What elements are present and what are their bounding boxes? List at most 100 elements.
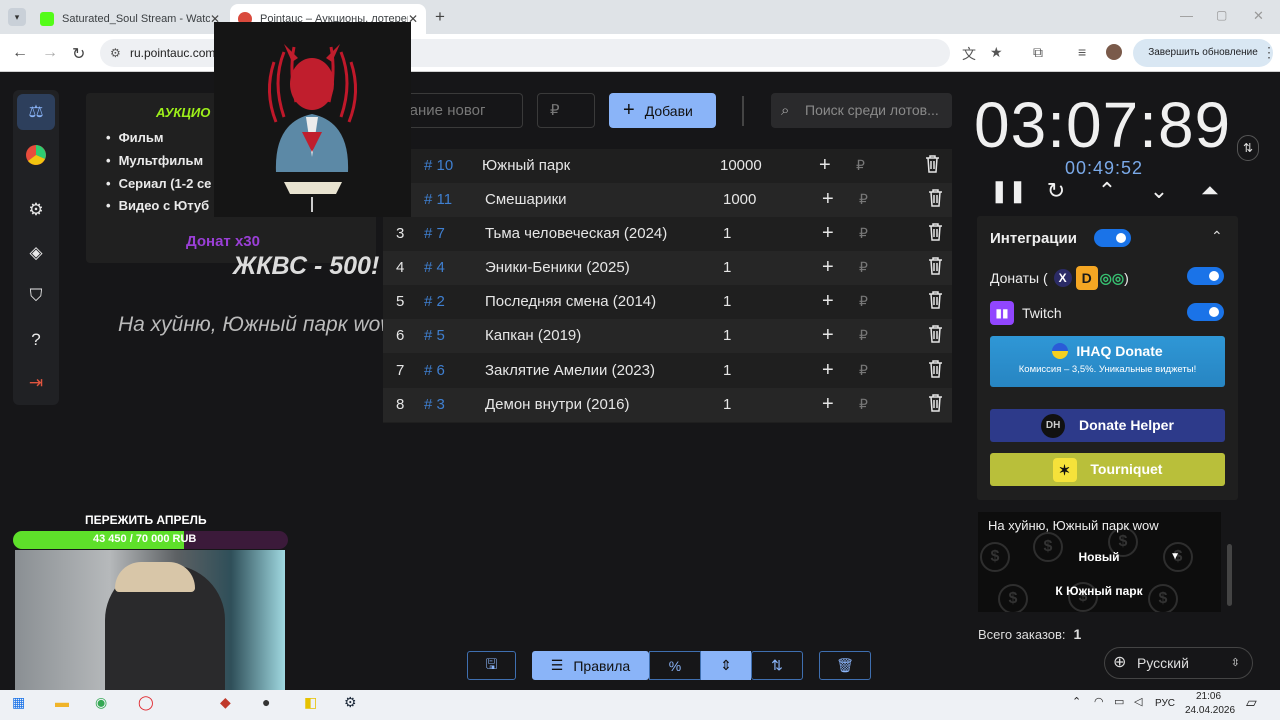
delete-icon[interactable] xyxy=(928,291,943,309)
lot-id[interactable]: # 5 xyxy=(424,327,445,344)
reset-icon[interactable]: ↻ xyxy=(1041,178,1071,204)
sort-icon[interactable]: ⇅ xyxy=(751,651,803,680)
decrease-time-icon[interactable]: ⌄ xyxy=(1144,178,1174,204)
tourniquet-button[interactable]: ✶ Tourniquet xyxy=(990,453,1225,486)
add-amount-icon[interactable]: + xyxy=(822,188,834,211)
save-icon[interactable]: 🖫 xyxy=(467,651,516,680)
lot-name[interactable]: Смешарики xyxy=(485,191,567,208)
lot-amount[interactable]: 1 xyxy=(723,259,731,276)
add-amount-icon[interactable]: + xyxy=(822,324,834,347)
settings-icon[interactable]: ⚙ xyxy=(17,192,55,228)
timer-max-icon[interactable]: ⏶ xyxy=(1195,178,1225,204)
profile-avatar[interactable] xyxy=(1106,44,1122,60)
lot-amount[interactable]: 1 xyxy=(723,396,731,413)
back-icon[interactable]: ← xyxy=(12,44,28,62)
clock-time[interactable]: 21:06 xyxy=(1196,691,1221,702)
lot-amount[interactable]: 1 xyxy=(723,225,731,242)
add-amount-icon[interactable]: + xyxy=(822,222,834,245)
lot-amount[interactable]: 1000 xyxy=(723,191,756,208)
lot-id[interactable]: # 2 xyxy=(424,293,445,310)
delete-icon[interactable] xyxy=(928,223,943,241)
lot-name[interactable]: Заклятие Амелии (2023) xyxy=(485,362,655,379)
app-taskbar-icon[interactable]: ◆ xyxy=(220,694,231,711)
steam-taskbar-icon[interactable]: ⚙ xyxy=(344,694,357,711)
forward-icon[interactable]: → xyxy=(42,44,58,62)
tray-chevron-icon[interactable]: ⌃ xyxy=(1072,695,1081,708)
add-amount-icon[interactable]: + xyxy=(822,290,834,313)
donate-helper-button[interactable]: DH Donate Helper xyxy=(990,409,1225,442)
rules-button[interactable]: ☰ Правила xyxy=(532,651,649,680)
opera-taskbar-icon[interactable]: ◯ xyxy=(138,694,154,711)
donations-toggle[interactable] xyxy=(1187,267,1224,285)
collapse-icon[interactable]: ⌃ xyxy=(1211,228,1223,245)
delete-icon[interactable] xyxy=(928,394,943,412)
tab-search-dropdown[interactable]: ▾ xyxy=(8,8,26,26)
translate-icon[interactable]: 文 xyxy=(962,44,976,64)
add-amount-icon[interactable]: + xyxy=(822,393,834,416)
windows-start-icon[interactable]: ▦ xyxy=(12,694,25,711)
notifications-icon[interactable]: ▱ xyxy=(1246,694,1257,711)
lot-search-input[interactable]: ⌕ Поиск среди лотов... xyxy=(771,93,952,128)
percent-icon[interactable]: % xyxy=(649,651,701,680)
lot-amount[interactable]: 10000 xyxy=(720,157,762,174)
lot-amount[interactable]: 1 xyxy=(723,327,731,344)
lot-name[interactable]: Последняя смена (2014) xyxy=(485,293,656,310)
increase-time-icon[interactable]: ⌃ xyxy=(1092,178,1122,204)
twitch-toggle[interactable] xyxy=(1187,303,1224,321)
new-tab-icon[interactable]: + xyxy=(435,7,445,27)
update-button[interactable]: Завершить обновление xyxy=(1133,39,1273,67)
delete-icon[interactable] xyxy=(928,257,943,275)
delete-icon[interactable] xyxy=(928,325,943,343)
lot-id[interactable]: # 3 xyxy=(424,396,445,413)
help-icon[interactable]: ? xyxy=(17,322,55,358)
bookmark-star-icon[interactable]: ★ xyxy=(990,44,1003,61)
extensions-icon[interactable]: ⧉ xyxy=(1033,44,1043,61)
lot-id[interactable]: # 6 xyxy=(424,362,445,379)
widget-scrollbar[interactable] xyxy=(1227,544,1232,606)
lot-name[interactable]: Тьма человеческая (2024) xyxy=(485,225,667,242)
lot-amount[interactable]: 1 xyxy=(723,362,731,379)
add-amount-icon[interactable]: + xyxy=(822,359,834,382)
add-amount-icon[interactable]: + xyxy=(819,154,831,177)
lot-id[interactable]: # 11 xyxy=(424,191,452,208)
lot-id[interactable]: # 4 xyxy=(424,259,445,276)
lot-amount[interactable]: 1 xyxy=(723,293,731,310)
window-close-icon[interactable]: ✕ xyxy=(1253,8,1264,24)
add-lot-button[interactable]: + Добави xyxy=(609,93,716,128)
pause-icon[interactable]: ❚❚ xyxy=(990,178,1027,204)
reload-icon[interactable]: ↻ xyxy=(72,44,85,64)
compress-icon[interactable]: ⇕ xyxy=(701,651,751,680)
lot-name[interactable]: Капкан (2019) xyxy=(485,327,581,344)
browser-tab-1[interactable]: Saturated_Soul Stream - Watch ✕ xyxy=(32,4,228,34)
logout-icon[interactable]: ⇥ xyxy=(17,365,55,401)
chrome-taskbar-icon[interactable]: ◉ xyxy=(95,694,107,711)
media-icon[interactable]: ≡ xyxy=(1078,44,1086,60)
add-amount-icon[interactable]: + xyxy=(822,256,834,279)
lot-name[interactable]: Южный парк xyxy=(482,157,570,174)
auction-icon[interactable]: ⚖ xyxy=(17,94,55,130)
assign-lot-button[interactable]: К Южный парк xyxy=(988,580,1210,602)
delete-icon[interactable] xyxy=(928,360,943,378)
ihaq-donate-button[interactable]: IHAQ Donate Комиссия – 3,5%. Уникальные … xyxy=(990,336,1225,387)
lot-name[interactable]: Эники-Беники (2025) xyxy=(485,259,630,276)
menu-kebab-icon[interactable]: ⋮ xyxy=(1262,44,1276,61)
site-info-icon[interactable]: ⚙ xyxy=(110,39,121,67)
file-explorer-icon[interactable]: ▬ xyxy=(55,694,69,710)
layers-icon[interactable]: ◈ xyxy=(17,235,55,271)
app-taskbar-icon[interactable]: ◧ xyxy=(304,694,317,711)
minimize-icon[interactable]: — xyxy=(1180,8,1193,23)
maximize-icon[interactable]: ▢ xyxy=(1216,8,1227,22)
obs-taskbar-icon[interactable]: ● xyxy=(262,694,270,710)
integrations-toggle[interactable] xyxy=(1094,229,1131,247)
delete-icon[interactable] xyxy=(925,155,940,173)
wheel-icon[interactable] xyxy=(17,137,55,173)
swap-timer-icon[interactable]: ⇅ xyxy=(1237,135,1259,161)
amount-input[interactable]: ₽ xyxy=(537,93,595,128)
keyboard-language[interactable]: РУС xyxy=(1155,698,1175,709)
clock-date[interactable]: 24.04.2026 xyxy=(1185,705,1235,716)
lot-id[interactable]: # 7 xyxy=(424,225,445,242)
lot-select[interactable]: Новый ▼ xyxy=(988,546,1210,568)
lot-id[interactable]: # 10 xyxy=(424,157,453,174)
lot-name[interactable]: Демон внутри (2016) xyxy=(485,396,629,413)
shield-icon[interactable]: ⛉ xyxy=(17,278,55,314)
